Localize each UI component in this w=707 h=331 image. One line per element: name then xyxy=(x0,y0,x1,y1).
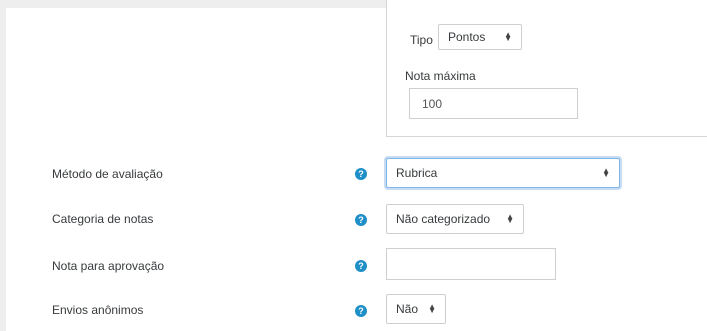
anonymous-submissions-select[interactable]: Não ▲ ▼ xyxy=(386,294,446,324)
select-arrows-icon: ▲ ▼ xyxy=(506,212,514,225)
grade-type-select[interactable]: Pontos ▲ ▼ xyxy=(438,24,522,50)
pass-grade-label: Nota para aprovação xyxy=(52,259,165,273)
anonymous-submissions-label: Envios anônimos xyxy=(52,303,144,317)
help-icon[interactable]: ? xyxy=(355,168,367,180)
anonymous-submissions-value: Não xyxy=(396,302,419,316)
grade-category-select[interactable]: Não categorizado ▲ ▼ xyxy=(386,204,524,234)
grade-type-value: Pontos xyxy=(448,30,486,44)
max-grade-value: 100 xyxy=(422,96,443,111)
grade-category-value: Não categorizado xyxy=(396,212,491,226)
grade-category-label: Categoria de notas xyxy=(52,212,154,226)
grading-method-label: Método de avaliação xyxy=(52,167,163,181)
grading-method-value: Rubrica xyxy=(396,166,438,180)
grading-method-select[interactable]: Rubrica ▲ ▼ xyxy=(386,158,620,188)
help-icon[interactable]: ? xyxy=(355,260,367,272)
select-arrows-icon: ▲ ▼ xyxy=(428,302,436,315)
help-icon[interactable]: ? xyxy=(355,305,367,317)
grade-type-label: Tipo xyxy=(410,33,433,47)
max-grade-input[interactable]: 100 xyxy=(409,88,578,119)
help-icon[interactable]: ? xyxy=(355,214,367,226)
pass-grade-input[interactable] xyxy=(386,248,556,280)
select-arrows-icon: ▲ ▼ xyxy=(602,166,610,179)
max-grade-label: Nota máxima xyxy=(405,69,476,83)
select-arrows-icon: ▲ ▼ xyxy=(504,30,512,43)
